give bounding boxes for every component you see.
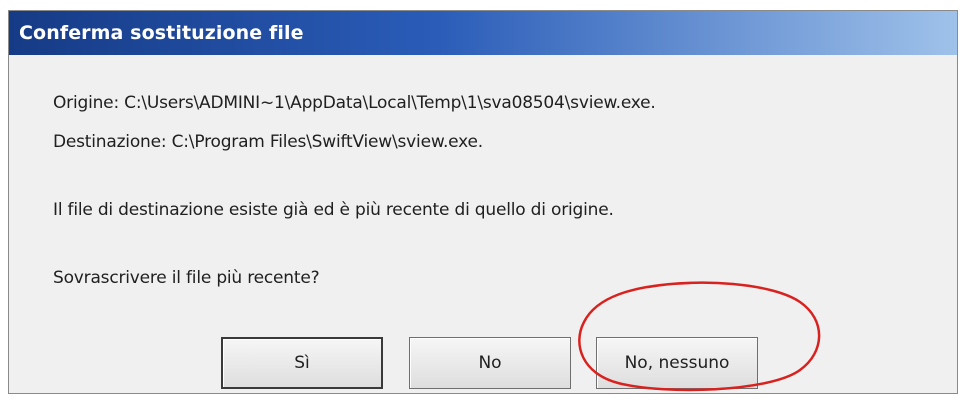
confirm-replace-dialog: Conferma sostituzione file Origine: C:\U…: [8, 10, 958, 394]
origin-path-text: Origine: C:\Users\ADMINI~1\AppData\Local…: [53, 93, 656, 113]
dialog-titlebar[interactable]: Conferma sostituzione file: [9, 11, 957, 55]
dialog-title: Conferma sostituzione file: [19, 22, 304, 44]
destination-path-text: Destinazione: C:\Program Files\SwiftView…: [53, 132, 483, 152]
no-to-all-button[interactable]: No, nessuno: [596, 337, 758, 389]
no-button[interactable]: No: [409, 337, 571, 389]
question-message: Sovrascrivere il file più recente?: [53, 268, 320, 288]
yes-button[interactable]: Sì: [221, 337, 383, 389]
info-message: Il file di destinazione esiste già ed è …: [53, 200, 614, 220]
dialog-body: Origine: C:\Users\ADMINI~1\AppData\Local…: [9, 55, 957, 393]
